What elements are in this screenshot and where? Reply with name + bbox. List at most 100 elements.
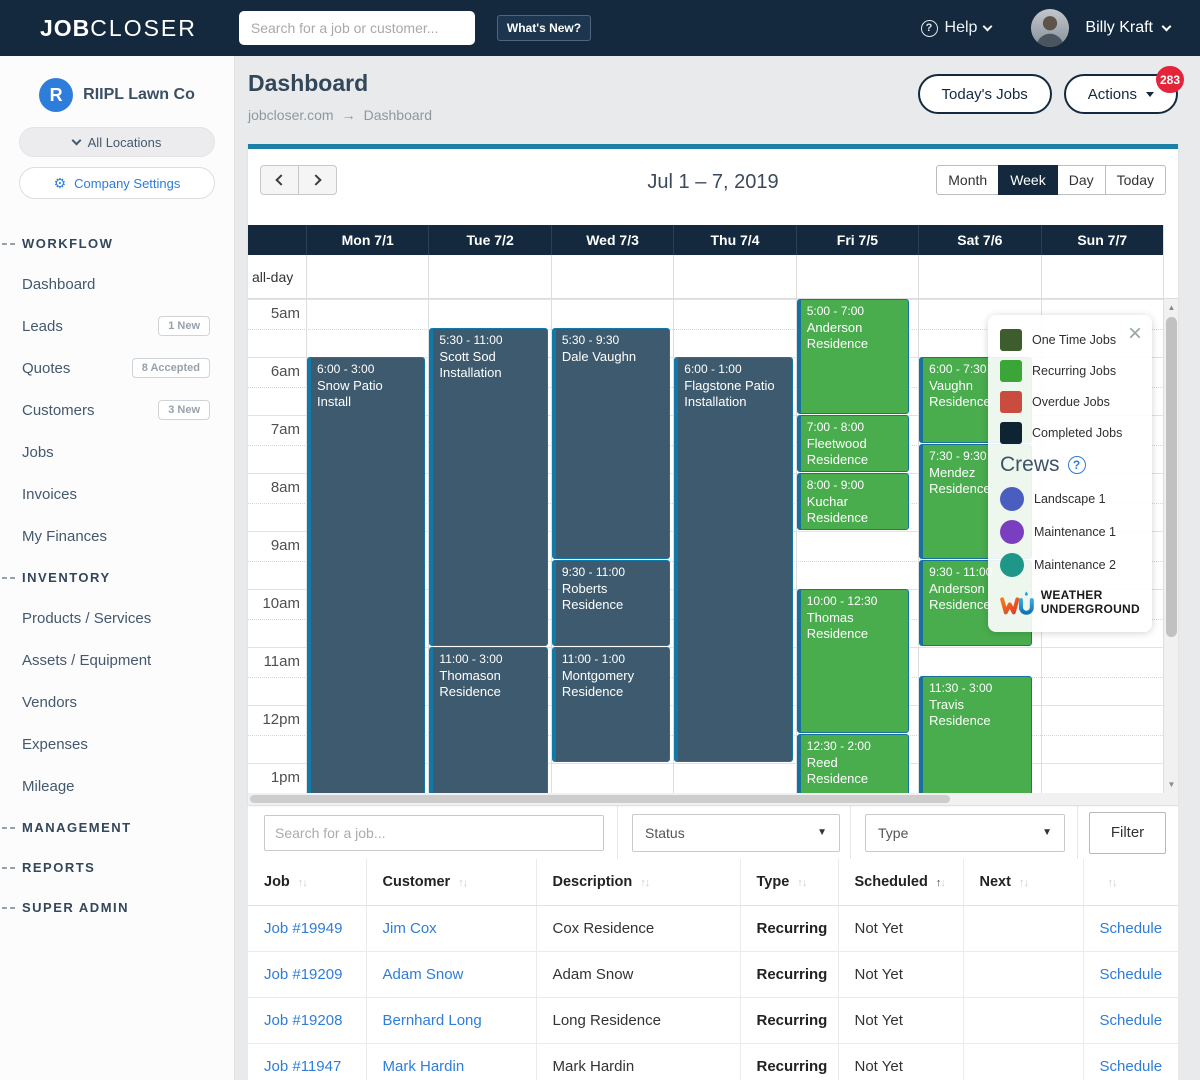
scroll-down-icon[interactable]: ▼ — [1164, 777, 1178, 792]
all-day-cell[interactable] — [306, 255, 428, 298]
calendar-event[interactable]: 11:00 - 3:00Thomason Residence — [429, 647, 547, 793]
calendar-event[interactable]: 6:00 - 1:00Flagstone Patio Installation — [674, 357, 792, 762]
sort-icon[interactable]: ↑↓ — [1019, 877, 1028, 889]
customer-link[interactable]: Adam Snow — [383, 966, 464, 983]
calendar-nav-group — [260, 165, 337, 195]
all-day-cell[interactable] — [551, 255, 673, 298]
scroll-up-icon[interactable]: ▲ — [1164, 300, 1178, 315]
sidebar-item-products-services[interactable]: Products / Services — [0, 597, 234, 639]
sidebar-item-customers[interactable]: Customers3 New — [0, 389, 234, 431]
next-week-button[interactable] — [298, 165, 337, 195]
sidebar-item-mileage[interactable]: Mileage — [0, 765, 234, 807]
calendar-event[interactable]: 9:30 - 11:00Roberts Residence — [552, 560, 670, 646]
prev-week-button[interactable] — [260, 165, 299, 195]
sidebar-item-assets-equipment[interactable]: Assets / Equipment — [0, 639, 234, 681]
column-header[interactable]: Description↑↓ — [536, 859, 740, 905]
sidebar-item-badge: 8 Accepted — [132, 358, 210, 378]
search-cell — [248, 806, 618, 859]
schedule-link[interactable]: Schedule — [1100, 1058, 1163, 1075]
scheduled-text: Not Yet — [855, 920, 903, 937]
scrollbar-thumb[interactable] — [250, 795, 950, 803]
calendar-event[interactable]: 5:30 - 9:30Dale Vaughn — [552, 328, 670, 559]
calendar-event[interactable]: 5:30 - 11:00Scott Sod Installation — [429, 328, 547, 646]
locations-dropdown[interactable]: All Locations — [19, 127, 215, 157]
sidebar-item-my-finances[interactable]: My Finances — [0, 515, 234, 557]
job-link[interactable]: Job #19209 — [264, 966, 342, 983]
table-cell: Long Residence — [536, 997, 740, 1043]
todays-jobs-button[interactable]: Today's Jobs — [918, 74, 1052, 114]
view-button-day[interactable]: Day — [1057, 165, 1106, 195]
filter-button[interactable]: Filter — [1089, 812, 1166, 854]
time-label: 10am — [248, 595, 300, 612]
table-cell — [963, 905, 1083, 951]
horizontal-scrollbar[interactable] — [248, 793, 1178, 805]
description-text: Cox Residence — [553, 920, 655, 937]
status-select[interactable]: Status ▼ — [632, 814, 840, 852]
job-link[interactable]: Job #11947 — [264, 1058, 341, 1075]
help-menu[interactable]: ? Help — [921, 19, 992, 37]
sidebar-item-vendors[interactable]: Vendors — [0, 681, 234, 723]
sort-icon[interactable]: ↑↓ — [797, 877, 806, 889]
all-day-cell[interactable] — [1041, 255, 1163, 298]
sort-icon[interactable]: ↑↓ — [640, 877, 649, 889]
sidebar-item-expenses[interactable]: Expenses — [0, 723, 234, 765]
sort-icon[interactable]: ↑↓ — [458, 877, 467, 889]
schedule-link[interactable]: Schedule — [1100, 1012, 1163, 1029]
breadcrumb-site[interactable]: jobcloser.com — [248, 107, 334, 123]
column-header[interactable]: Scheduled↑↓ — [838, 859, 963, 905]
sort-icon[interactable]: ↑↓ — [1108, 877, 1117, 889]
sidebar-item-invoices[interactable]: Invoices — [0, 473, 234, 515]
app-logo[interactable]: JOBCLOSER — [40, 15, 197, 42]
vertical-scrollbar[interactable]: ▲ ▼ — [1163, 299, 1178, 793]
column-header[interactable]: ↑↓ — [1083, 859, 1178, 905]
close-icon[interactable]: × — [1128, 325, 1142, 343]
calendar-event[interactable]: 6:00 - 3:00Snow Patio Install — [307, 357, 425, 793]
calendar-event[interactable]: 11:00 - 1:00Montgomery Residence — [552, 647, 670, 762]
all-day-cell[interactable] — [918, 255, 1040, 298]
customer-link[interactable]: Jim Cox — [383, 920, 437, 937]
calendar-event[interactable]: 7:00 - 8:00Fleetwood Residence — [797, 415, 909, 472]
calendar-event[interactable]: 5:00 - 7:00Anderson Residence — [797, 299, 909, 414]
type-select[interactable]: Type ▼ — [865, 814, 1065, 852]
job-link[interactable]: Job #19949 — [264, 920, 342, 937]
company-settings-button[interactable]: ⚙ Company Settings — [19, 167, 215, 199]
column-header[interactable]: Customer↑↓ — [366, 859, 536, 905]
column-header-label: Job — [264, 874, 290, 890]
sort-icon[interactable]: ↑↓ — [936, 877, 945, 889]
user-menu[interactable]: Billy Kraft — [1085, 19, 1170, 37]
calendar-event[interactable]: 11:30 - 3:00Travis Residence — [919, 676, 1031, 793]
calendar-event[interactable]: 8:00 - 9:00Kuchar Residence — [797, 473, 909, 530]
job-search-input[interactable] — [264, 815, 604, 851]
event-title: Reed Residence — [807, 755, 902, 789]
view-button-today[interactable]: Today — [1105, 165, 1166, 195]
job-link[interactable]: Job #19208 — [264, 1012, 342, 1029]
scrollbar-thumb[interactable] — [1166, 317, 1177, 637]
calendar-event[interactable]: 10:00 - 12:30Thomas Residence — [797, 589, 909, 733]
avatar[interactable] — [1031, 9, 1069, 47]
sidebar-item-dashboard[interactable]: Dashboard — [0, 263, 234, 305]
sidebar-item-jobs[interactable]: Jobs — [0, 431, 234, 473]
whats-new-button[interactable]: What's New? — [497, 15, 591, 41]
all-day-cell[interactable] — [673, 255, 795, 298]
column-header[interactable]: Type↑↓ — [740, 859, 838, 905]
calendar-event[interactable]: 12:30 - 2:00Reed Residence — [797, 734, 909, 793]
actions-button[interactable]: Actions 283 — [1064, 74, 1178, 114]
column-header[interactable]: Job ↑↓ — [248, 859, 366, 905]
schedule-link[interactable]: Schedule — [1100, 920, 1163, 937]
user-name: Billy Kraft — [1085, 19, 1153, 37]
help-circle-icon[interactable]: ? — [1068, 456, 1086, 474]
customer-link[interactable]: Mark Hardin — [383, 1058, 465, 1075]
sort-icon[interactable]: ↑↓ — [298, 877, 307, 889]
customer-link[interactable]: Bernhard Long — [383, 1012, 482, 1029]
global-search-input[interactable] — [239, 11, 475, 45]
all-day-cell[interactable] — [428, 255, 550, 298]
sidebar-item-leads[interactable]: Leads1 New — [0, 305, 234, 347]
sidebar-item-badge: 1 New — [158, 316, 210, 336]
view-button-month[interactable]: Month — [936, 165, 999, 195]
view-button-week[interactable]: Week — [998, 165, 1058, 195]
column-header[interactable]: Next↑↓ — [963, 859, 1083, 905]
all-day-cell[interactable] — [796, 255, 918, 298]
schedule-link[interactable]: Schedule — [1100, 966, 1163, 983]
sidebar-item-quotes[interactable]: Quotes8 Accepted — [0, 347, 234, 389]
legend-swatch — [1000, 329, 1022, 351]
